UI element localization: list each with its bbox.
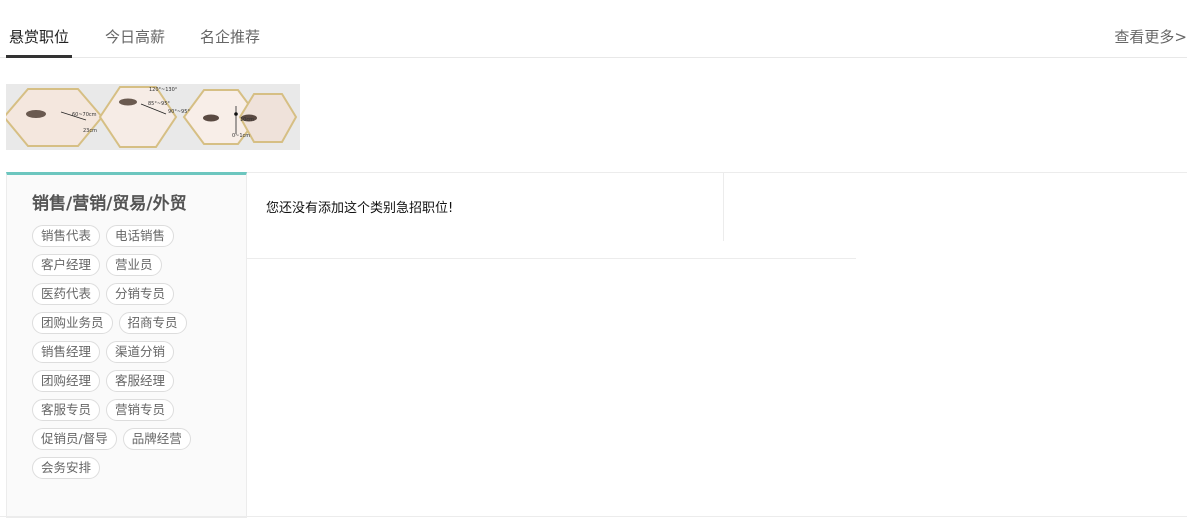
chip-row: 销售经理 渠道分销 <box>32 341 237 370</box>
svg-text:85°~95°: 85°~95° <box>148 101 170 107</box>
job-category-chip[interactable]: 客服经理 <box>106 370 175 392</box>
chip-row: 医药代表 分销专员 <box>32 283 237 312</box>
banner-image[interactable]: 120°~130° 60~70cm 85°~95° 90°~95° 23cm 1… <box>6 84 300 150</box>
chip-row: 会务安排 <box>32 457 237 486</box>
job-category-chip[interactable]: 客户经理 <box>32 254 101 276</box>
job-category-chip[interactable]: 营业员 <box>106 254 162 276</box>
job-category-chip[interactable]: 招商专员 <box>118 312 187 334</box>
job-category-chip[interactable]: 分销专员 <box>106 283 175 305</box>
job-category-chip[interactable]: 销售代表 <box>32 225 101 247</box>
job-category-chip[interactable]: 会务安排 <box>32 457 101 479</box>
chip-row: 团购经理 客服经理 <box>32 370 237 399</box>
divider <box>0 516 1187 517</box>
divider <box>723 173 724 241</box>
category-chips: 销售代表 电话销售 客户经理 营业员 医药代表 分销专员 团购业务员 招商专员 销售经理 渠道分销… <box>32 225 237 486</box>
chip-row: 客服专员 营销专员 <box>32 399 237 428</box>
svg-text:0~1cm: 0~1cm <box>232 133 250 139</box>
job-category-chip[interactable]: 促销员/督导 <box>32 428 117 450</box>
chip-row: 销售代表 电话销售 <box>32 225 237 254</box>
tabs-bar: 悬赏职位 今日高薪 名企推荐 查看更多> <box>0 0 1187 58</box>
face-proportion-illustration: 120°~130° 60~70cm 85°~95° 90°~95° 23cm 1… <box>6 84 300 150</box>
job-category-chip[interactable]: 渠道分销 <box>106 341 175 363</box>
empty-jobs-message: 您还没有添加这个类别急招职位! <box>266 201 454 216</box>
category-box: 销售/营销/贸易/外贸 销售代表 电话销售 客户经理 营业员 医药代表 分销专员 团购业务员… <box>6 172 247 518</box>
svg-text:60~70cm: 60~70cm <box>72 112 97 118</box>
job-category-chip[interactable]: 客服专员 <box>32 399 101 421</box>
tab-famous-companies[interactable]: 名企推荐 <box>200 26 260 47</box>
job-category-chip[interactable]: 品牌经营 <box>122 428 191 450</box>
svg-text:120°~130°: 120°~130° <box>149 87 178 93</box>
tab-reward-jobs[interactable]: 悬赏职位 <box>9 26 69 47</box>
job-category-chip[interactable]: 销售经理 <box>32 341 101 363</box>
job-category-chip[interactable]: 医药代表 <box>32 283 101 305</box>
job-category-chip[interactable]: 营销专员 <box>106 399 175 421</box>
svg-text:23cm: 23cm <box>83 128 97 134</box>
divider <box>247 258 856 259</box>
job-category-chip[interactable]: 电话销售 <box>106 225 175 247</box>
jobs-panel: 销售/营销/贸易/外贸 销售代表 电话销售 客户经理 营业员 医药代表 分销专员 团购业务员… <box>6 172 1187 518</box>
job-category-chip[interactable]: 团购经理 <box>32 370 101 392</box>
tab-today-high-salary[interactable]: 今日高薪 <box>105 26 165 47</box>
active-tab-indicator <box>6 55 72 58</box>
chip-row: 促销员/督导 品牌经营 <box>32 428 237 457</box>
job-category-chip[interactable]: 团购业务员 <box>32 312 113 334</box>
svg-text:90°~95°: 90°~95° <box>168 109 190 115</box>
chip-row: 客户经理 营业员 <box>32 254 237 283</box>
chip-row: 团购业务员 招商专员 <box>32 312 237 341</box>
svg-text:10cm: 10cm <box>240 117 254 123</box>
view-more-link[interactable]: 查看更多> <box>1114 26 1187 47</box>
category-title[interactable]: 销售/营销/贸易/外贸 <box>32 189 187 214</box>
